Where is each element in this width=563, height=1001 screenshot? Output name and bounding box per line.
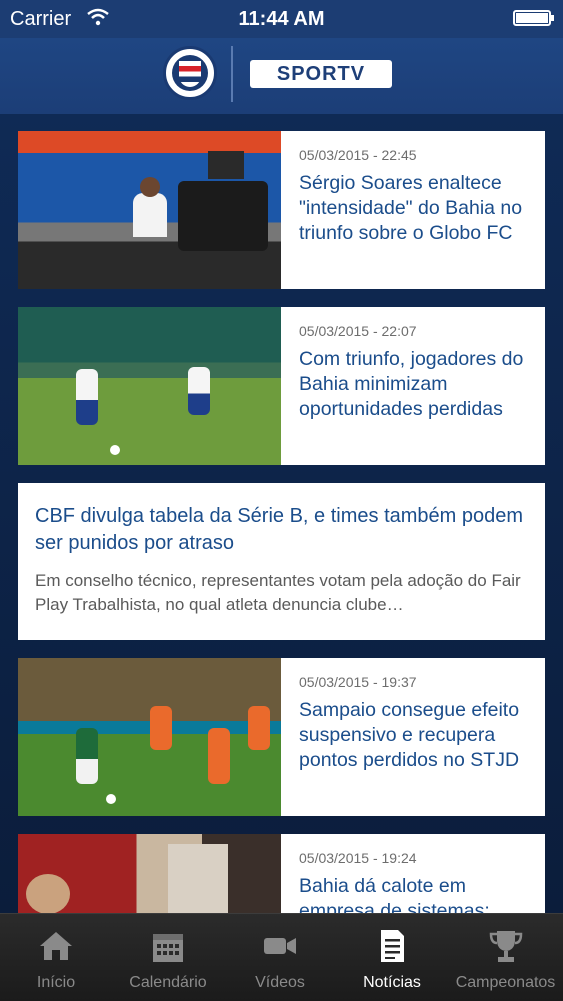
status-time: 11:44 AM — [238, 8, 325, 30]
tab-campeonatos[interactable]: Campeonatos — [448, 914, 563, 1001]
tab-bar: Início Calendário Vídeos Notícias Campeo… — [0, 913, 563, 1001]
home-icon — [40, 932, 72, 960]
office-photo — [18, 834, 281, 913]
news-title[interactable]: Sampaio consegue efeito suspensivo e rec… — [299, 698, 529, 773]
press-conference-photo — [18, 131, 281, 289]
tab-label: Notícias — [363, 974, 421, 991]
tab-inicio[interactable]: Início — [0, 914, 112, 1001]
status-bar: Carrier 11:44 AM — [0, 0, 563, 38]
header-divider — [231, 46, 233, 102]
video-camera-icon — [264, 938, 296, 954]
news-card[interactable]: 05/03/2015 - 22:07 Com triunfo, jogadore… — [18, 307, 545, 465]
news-date: 05/03/2015 - 22:07 — [299, 323, 417, 339]
news-document-icon — [381, 930, 404, 962]
soccer-match-photo — [18, 307, 281, 465]
news-date: 05/03/2015 - 19:24 — [299, 850, 417, 866]
news-title[interactable]: Bahia dá calote em empresa de sistemas: — [299, 874, 529, 913]
app-header: SPORTV — [0, 38, 563, 114]
news-date: 05/03/2015 - 22:45 — [299, 147, 417, 163]
soccer-match-photo — [18, 658, 281, 816]
news-feed[interactable]: 05/03/2015 - 22:45 Sérgio Soares enaltec… — [0, 114, 563, 913]
news-title[interactable]: Com triunfo, jogadores do Bahia minimiza… — [299, 347, 529, 422]
trophy-icon — [489, 931, 522, 962]
news-summary: Em conselho técnico, representantes vota… — [35, 571, 521, 614]
tab-calendario[interactable]: Calendário — [112, 914, 224, 1001]
tab-label: Início — [36, 974, 76, 991]
tab-label: Vídeos — [255, 974, 305, 991]
news-title[interactable]: CBF divulga tabela da Série B, e times t… — [35, 503, 529, 557]
bahia-crest-icon — [163, 46, 217, 100]
news-card[interactable]: 05/03/2015 - 19:24 Bahia dá calote em em… — [18, 834, 545, 913]
news-card[interactable]: 05/03/2015 - 22:45 Sérgio Soares enaltec… — [18, 131, 545, 289]
calendar-icon — [153, 934, 183, 962]
battery-icon — [513, 10, 554, 26]
tab-videos[interactable]: Vídeos — [224, 914, 336, 1001]
news-date: 05/03/2015 - 19:37 — [299, 674, 417, 690]
news-title[interactable]: Sérgio Soares enaltece "intensidade" do … — [299, 171, 529, 246]
sportv-logo: SPORTV — [250, 60, 392, 88]
tab-noticias[interactable]: Notícias — [336, 914, 448, 1001]
tab-label: Campeonatos — [455, 974, 556, 991]
tab-label: Calendário — [129, 974, 207, 991]
news-card[interactable]: 05/03/2015 - 19:37 Sampaio consegue efei… — [18, 658, 545, 816]
news-card[interactable]: CBF divulga tabela da Série B, e times t… — [18, 483, 545, 640]
